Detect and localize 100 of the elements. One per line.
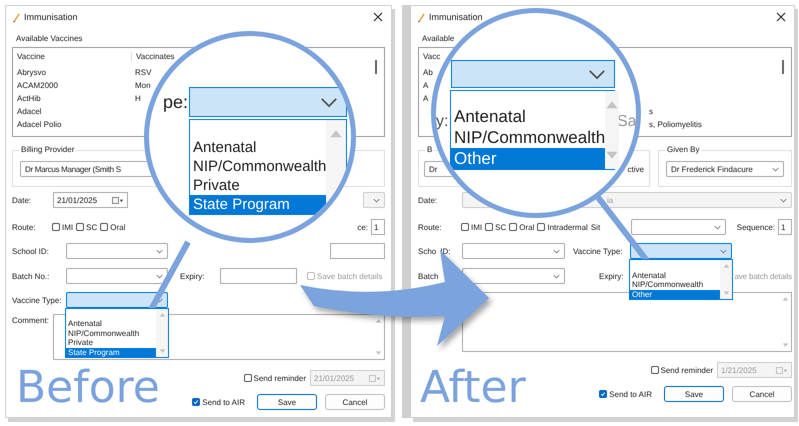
checkbox[interactable]: IMI (52, 222, 74, 232)
save-button[interactable]: Save (257, 394, 317, 410)
scrollbar[interactable] (720, 260, 732, 299)
field-label: ce: (357, 222, 368, 232)
field-label: Scho (418, 246, 436, 256)
dropdown-option[interactable]: Antenatal (66, 319, 156, 328)
dropdown[interactable] (462, 243, 565, 259)
table-cell: A (423, 94, 428, 103)
dropdown[interactable] (363, 192, 385, 208)
chevron-icon (156, 298, 163, 302)
caption: After (420, 366, 526, 410)
checkbox[interactable]: Send to AIR (192, 398, 245, 406)
field-label: Sequence: (736, 222, 775, 232)
number-field[interactable]: 1 (778, 219, 792, 235)
field-label: Batch No.: (12, 272, 50, 280)
table-cell: Adacel Polio (17, 120, 62, 129)
scrollbar-thumb[interactable] (375, 60, 377, 74)
dropdown-option[interactable]: State Program (66, 348, 156, 357)
dropdown-option[interactable]: NIP/Commonwealth (451, 127, 606, 148)
field-label: Sit (590, 222, 600, 232)
scroll-up-icon[interactable] (329, 128, 344, 138)
dropdown-option[interactable]: Antenatal (451, 106, 606, 127)
section-label: Available (422, 34, 454, 42)
checkbox[interactable]: IMI (461, 222, 482, 232)
field-label: Date: (12, 196, 32, 204)
dropdown[interactable] (189, 87, 347, 117)
checkmark-icon (193, 399, 200, 405)
number-field[interactable]: 1 (371, 219, 385, 235)
scroll-up-icon[interactable] (782, 296, 789, 301)
close-button[interactable] (371, 10, 385, 24)
window-title: Immunisation (24, 12, 78, 22)
checkbox[interactable]: Intradermal (537, 222, 588, 232)
dropdown-option[interactable]: NIP/Commonwealth (66, 328, 156, 338)
scroll-up-icon[interactable] (722, 263, 730, 268)
calendar-icon[interactable] (112, 196, 124, 204)
chevron-icon (720, 248, 727, 254)
dropdown[interactable]: Dr Frederick Findacure (666, 161, 784, 177)
dropdown-option[interactable]: Private (66, 338, 156, 348)
table-cell: s, Poliomyelitis (649, 120, 702, 129)
dropdown[interactable] (66, 268, 168, 284)
dropdown[interactable] (66, 292, 168, 308)
field-label: Date: (418, 196, 438, 204)
checkbox[interactable]: Send to AIR (599, 390, 652, 398)
cancel-button[interactable]: Cancel (325, 394, 385, 410)
save-button[interactable]: Save (664, 386, 724, 402)
scroll-down-icon[interactable] (782, 343, 789, 348)
chevron-icon (156, 248, 163, 254)
window-title: Immunisation (429, 12, 483, 22)
chevron-icon (588, 68, 606, 80)
dropdown[interactable] (66, 243, 168, 259)
checkbox[interactable]: SC (76, 222, 98, 232)
dropdown-option[interactable]: Private (190, 176, 326, 195)
checkbox[interactable]: Oral (509, 222, 534, 232)
scroll-up-icon[interactable] (605, 99, 620, 109)
checkbox[interactable]: SC (485, 222, 506, 232)
dropdown[interactable] (630, 219, 726, 235)
checkbox[interactable]: Send reminder (244, 374, 306, 382)
table-cell: Mon (135, 81, 151, 90)
field-label: Comment: (12, 315, 49, 325)
scrollbar[interactable] (605, 91, 620, 169)
field-label: Expiry: (599, 272, 624, 280)
dropdown[interactable] (462, 268, 565, 284)
dropdown-option[interactable]: NIP/Commonwealth (630, 280, 720, 290)
dropdown-option[interactable]: State Program (190, 195, 326, 214)
date-field[interactable] (220, 268, 297, 284)
dropdown[interactable] (451, 60, 615, 88)
field-label: Expiry: (180, 272, 206, 280)
table-cell: Ab (423, 68, 433, 77)
checkbox[interactable]: Oral (100, 222, 126, 232)
field-label: Route: (12, 222, 37, 232)
date-picker[interactable]: 21/01/2025 (53, 192, 128, 208)
scroll-down-icon[interactable] (375, 351, 382, 356)
dropdown-option[interactable]: Antenatal (630, 270, 720, 280)
table-cell: A (423, 81, 428, 90)
cancel-button[interactable]: Cancel (732, 386, 792, 402)
scroll-down-icon[interactable] (605, 151, 620, 161)
field-label: Vaccine Type: (573, 246, 624, 256)
chevron-icon (780, 198, 787, 202)
chevron-icon (373, 198, 380, 202)
scroll-down-icon[interactable] (158, 349, 166, 354)
scroll-down-icon[interactable] (722, 291, 730, 296)
scroll-up-icon[interactable] (158, 312, 166, 317)
scrollbar[interactable] (156, 309, 168, 357)
caption: Before (16, 366, 160, 410)
checkbox[interactable]: Send reminder (650, 366, 713, 374)
checkbox-label[interactable]: ctive (628, 164, 644, 174)
chevron-icon (553, 248, 560, 254)
scroll-up-icon[interactable] (375, 318, 382, 323)
chevron-icon (156, 274, 163, 278)
dropdown-option[interactable]: Other (451, 148, 606, 169)
comment-box[interactable] (53, 314, 385, 360)
scrollbar-thumb[interactable] (782, 60, 784, 74)
input-field[interactable] (330, 243, 385, 259)
dropdown-option[interactable]: Other (630, 290, 720, 299)
dropdown[interactable] (630, 243, 732, 259)
dropdown-option[interactable]: Antenatal (190, 138, 326, 157)
checkmark-icon (600, 391, 606, 397)
close-button[interactable] (774, 10, 788, 24)
chevron-icon (714, 224, 721, 230)
field-label: School ID: (12, 246, 50, 256)
